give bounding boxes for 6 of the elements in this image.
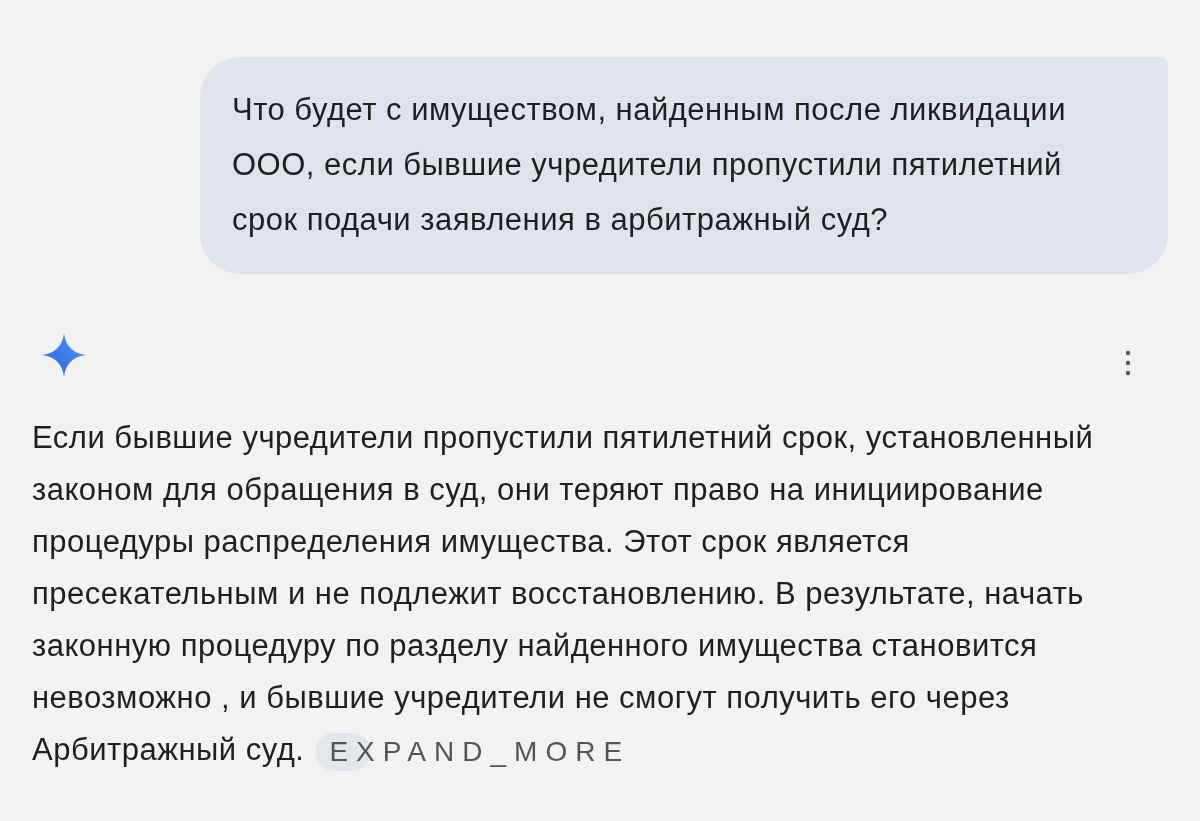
sparkle-icon (42, 333, 86, 377)
more-vertical-icon[interactable] (1125, 350, 1131, 376)
response-text: Если бывшие учредители пропустили пятилетний срок, установленный законом для обращения в суд, они теряют право на инициирование процедуры распределения имущества. Этот срок является пресекательным и не подлежит восстановлению. В результате, начать законную процедуру по разделу найденного имущества становится невозможно , и бывшие учредители не смогут получить его через (32, 419, 1094, 717)
response-text: Арбитражный суд. (32, 731, 305, 769)
expand-more-button[interactable]: EXPAND_MORE (315, 733, 631, 771)
user-message-bubble: Что будет с имуществом, найденным после ликвидации ООО, если бывшие учредители пропустили пятилетний срок подачи заявления в арбитражный суд? (200, 57, 1168, 274)
